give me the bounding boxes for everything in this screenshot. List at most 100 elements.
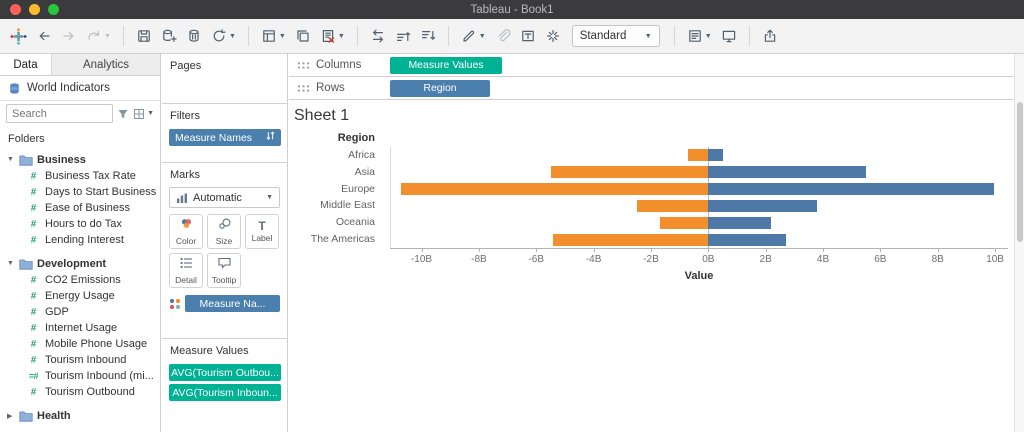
x-axis-tick (594, 248, 595, 252)
field-tourism-inbound-mi[interactable]: =#Tourism Inbound (mi... (0, 368, 160, 384)
pages-shelf[interactable]: Pages (162, 54, 287, 104)
show-cards-icon[interactable]: ▼ (687, 24, 712, 48)
close-window-button[interactable] (10, 4, 21, 15)
bar-avg-tourism-inbound-the-americas[interactable] (708, 234, 785, 246)
folder-business[interactable]: ▼Business (0, 151, 160, 168)
tab-analytics[interactable]: Analytics (52, 54, 160, 75)
fit-mode-select[interactable]: Standard▼ (572, 25, 660, 47)
pause-updates-icon[interactable] (186, 24, 202, 48)
bar-avg-tourism-inbound-oceania[interactable] (708, 217, 771, 229)
back-icon[interactable] (36, 24, 52, 48)
bar-avg-tourism-outbound-africa[interactable] (688, 149, 708, 161)
color-shelf-pill-measure-names[interactable]: Measure Na... (185, 295, 280, 312)
x-tick-label: 8B (916, 254, 960, 265)
folder-development[interactable]: ▼Development (0, 255, 160, 272)
vertical-scrollbar[interactable] (1014, 54, 1024, 432)
field-internet-usage[interactable]: #Internet Usage (0, 320, 160, 336)
measure-values-pill-avg-tourism-inboun[interactable]: AVG(Tourism Inboun... (169, 384, 281, 401)
marks-button-size[interactable]: Size (207, 214, 241, 249)
chevron-down-icon[interactable]: ▼ (7, 260, 15, 267)
filters-shelf[interactable]: Filters Measure Names (162, 104, 287, 163)
toolbar-separator (674, 26, 675, 46)
field-energy-usage[interactable]: #Energy Usage (0, 288, 160, 304)
field-mobile-phone-usage[interactable]: #Mobile Phone Usage (0, 336, 160, 352)
marks-button-detail[interactable]: Detail (169, 253, 203, 288)
bar-avg-tourism-outbound-europe[interactable] (401, 183, 708, 195)
scrollbar-thumb[interactable] (1017, 102, 1023, 242)
share-icon[interactable] (762, 24, 778, 48)
columns-pill-measure-values[interactable]: Measure Values (390, 57, 502, 74)
new-worksheet-icon[interactable]: ▼ (261, 24, 286, 48)
swap-axes-icon[interactable] (370, 24, 386, 48)
rows-shelf[interactable]: Rows Region (289, 77, 1024, 100)
row-label-middle-east[interactable]: Middle East (289, 199, 383, 212)
run-updates-icon[interactable]: ▼ (211, 24, 236, 48)
duplicate-icon[interactable] (295, 24, 311, 48)
calculated-measure-icon: =# (27, 371, 40, 381)
row-label-africa[interactable]: Africa (289, 149, 383, 162)
measure-icon: # (27, 339, 40, 350)
tab-data[interactable]: Data (0, 54, 52, 75)
row-label-asia[interactable]: Asia (289, 166, 383, 179)
x-axis-title[interactable]: Value (390, 270, 1008, 282)
mark-type-select[interactable]: Automatic ▼ (169, 187, 280, 208)
add-data-icon[interactable] (161, 24, 177, 48)
bar-avg-tourism-outbound-oceania[interactable] (660, 217, 709, 229)
field-co2-emissions[interactable]: #CO2 Emissions (0, 272, 160, 288)
highlight-icon[interactable]: ▼ (461, 24, 486, 48)
field-tourism-inbound[interactable]: # Tourism Inbound (0, 352, 160, 368)
sort-descending-icon[interactable] (420, 24, 436, 48)
field-business-tax-rate[interactable]: #Business Tax Rate (0, 168, 160, 184)
sparkle-icon[interactable] (545, 24, 561, 48)
bar-avg-tourism-inbound-europe[interactable] (708, 183, 993, 195)
x-axis-tick (766, 248, 767, 252)
x-axis-tick (938, 248, 939, 252)
field-ease-of-business[interactable]: #Ease of Business (0, 200, 160, 216)
zoom-window-button[interactable] (48, 4, 59, 15)
tableau-window: Tableau - Book1 ▼ ▼ ▼ ▼ ▼ Standard▼ ▼ Data Ana… (0, 0, 1024, 432)
bar-avg-tourism-inbound-africa[interactable] (708, 149, 722, 161)
bar-avg-tourism-outbound-the-americas[interactable] (553, 234, 708, 246)
bar-avg-tourism-inbound-asia[interactable] (708, 166, 866, 178)
marks-button-label[interactable]: TLabel (245, 214, 279, 249)
filter-fields-icon[interactable] (117, 108, 129, 120)
measure-values-pill-avg-tourism-outbou[interactable]: AVG(Tourism Outbou... (169, 364, 281, 381)
row-label-oceania[interactable]: Oceania (289, 216, 383, 229)
presentation-icon[interactable] (721, 24, 737, 48)
field-lending-interest[interactable]: #Lending Interest (0, 232, 160, 248)
measure-icon: # (27, 355, 40, 366)
text-label-icon[interactable] (520, 24, 536, 48)
measure-values-label: Measure Values (162, 339, 287, 359)
sort-ascending-icon[interactable] (395, 24, 411, 48)
titlebar: Tableau - Book1 (0, 0, 1024, 19)
minimize-window-button[interactable] (29, 4, 40, 15)
field-hours-to-do-tax[interactable]: #Hours to do Tax (0, 216, 160, 232)
rows-pill-region[interactable]: Region (390, 80, 490, 97)
chevron-down-icon[interactable]: ▼ (7, 156, 15, 163)
bar-avg-tourism-inbound-middle-east[interactable] (708, 200, 817, 212)
redo-icon: ▼ (86, 24, 111, 48)
marks-button-color[interactable]: Color (169, 214, 203, 249)
field-days-to-start-business[interactable]: #Days to Start Business (0, 184, 160, 200)
field-label: Business Tax Rate (45, 170, 136, 182)
row-label-europe[interactable]: Europe (289, 183, 383, 196)
row-label-the-americas[interactable]: The Americas (289, 233, 383, 246)
columns-shelf[interactable]: Columns Measure Values (289, 54, 1024, 77)
bar-avg-tourism-outbound-asia[interactable] (551, 166, 709, 178)
save-icon[interactable] (136, 24, 152, 48)
folder-health[interactable]: ▶Health (0, 407, 160, 424)
field-tourism-outbound[interactable]: #Tourism Outbound (0, 384, 160, 400)
bar-avg-tourism-outbound-middle-east[interactable] (637, 200, 709, 212)
field-gdp[interactable]: #GDP (0, 304, 160, 320)
view-options-icon[interactable]: ▼ (133, 108, 154, 120)
tableau-logo-icon[interactable] (10, 24, 27, 48)
chevron-right-icon[interactable]: ▶ (7, 412, 15, 420)
field-label: Tourism Inbound (45, 354, 126, 366)
x-axis-tick (422, 248, 423, 252)
datasource-item[interactable]: World Indicators (0, 76, 160, 101)
pill-label: Measure Names (175, 132, 252, 144)
filter-pill-measure-names[interactable]: Measure Names (169, 129, 281, 146)
marks-button-tooltip[interactable]: Tooltip (207, 253, 241, 288)
search-input[interactable] (6, 104, 113, 123)
clear-sheet-icon[interactable]: ▼ (320, 24, 345, 48)
